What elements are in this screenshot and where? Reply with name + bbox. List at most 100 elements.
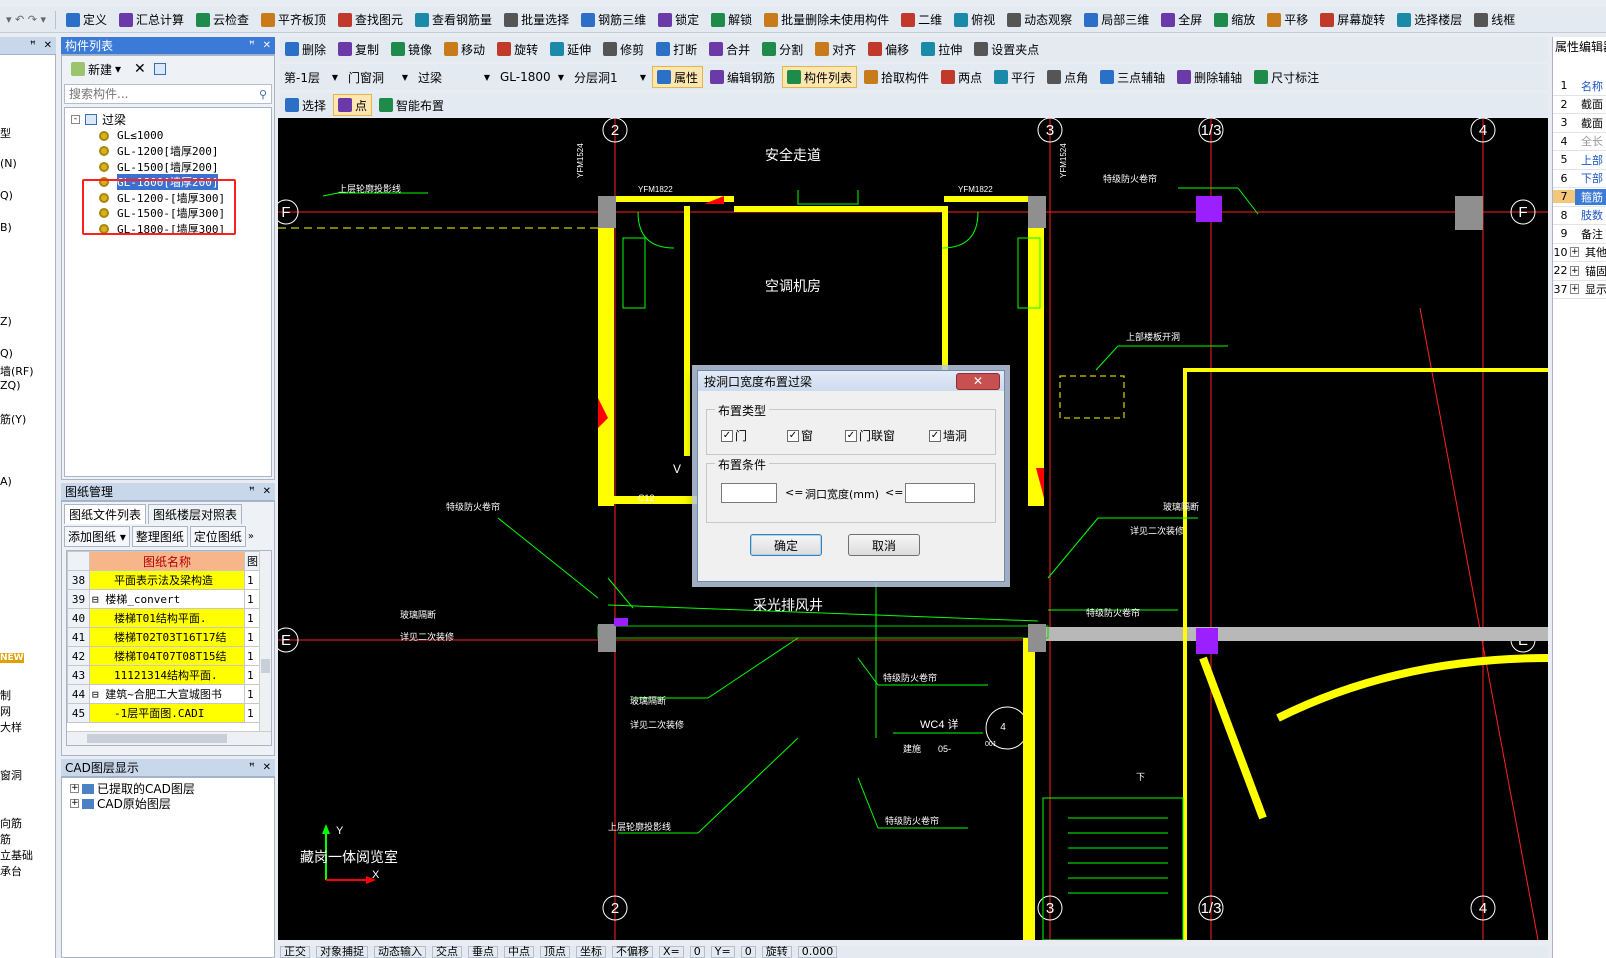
- status-item[interactable]: 顶点: [540, 946, 570, 958]
- status-item[interactable]: 不偏移: [612, 946, 653, 958]
- dialog-close-button[interactable]: ✕: [956, 372, 1000, 390]
- collapse-icon[interactable]: ⊟: [92, 593, 105, 606]
- property-row[interactable]: 5 上部: [1553, 151, 1606, 170]
- toolbar2-button-0[interactable]: 删除: [280, 38, 331, 60]
- toolbar3-button-5[interactable]: 平行: [989, 66, 1040, 88]
- toolbar3-button-1[interactable]: 编辑钢筋: [705, 66, 780, 88]
- nav-item[interactable]: B): [0, 221, 12, 234]
- expand-icon[interactable]: +: [70, 799, 79, 808]
- table-row[interactable]: 42 楼梯T04T07T08T15结 1: [67, 646, 261, 666]
- close-icon[interactable]: ✕: [263, 40, 271, 51]
- toolbar2-button-5[interactable]: 延伸: [545, 38, 596, 60]
- toolbar1-button-11[interactable]: 二维: [896, 9, 947, 31]
- type-dropdown[interactable]: 过梁 ▼: [414, 67, 494, 87]
- toolbar2-button-1[interactable]: 复制: [333, 38, 384, 60]
- expand-icon[interactable]: +: [1570, 247, 1579, 258]
- pin-icon[interactable]: ꟸ: [249, 762, 255, 773]
- toolbar2-button-13[interactable]: 设置夹点: [969, 38, 1044, 60]
- toolbar2-button-3[interactable]: 移动: [439, 38, 490, 60]
- checkbox-box[interactable]: ✓: [787, 429, 799, 442]
- category-dropdown[interactable]: 门窗洞 ▼: [344, 67, 412, 87]
- close-icon[interactable]: ✕: [263, 486, 271, 497]
- toolbar2-button-10[interactable]: 对齐: [810, 38, 861, 60]
- toolbar1-button-5[interactable]: 查看钢筋量: [410, 9, 497, 31]
- scroll-thumb[interactable]: [261, 659, 270, 673]
- property-row[interactable]: 3 截面: [1553, 114, 1606, 133]
- toolbar3-button-4[interactable]: 两点: [936, 66, 987, 88]
- horizontal-scrollbar[interactable]: [67, 731, 271, 745]
- min-width-input[interactable]: [721, 483, 777, 503]
- status-item[interactable]: 正交: [280, 946, 310, 958]
- checkbox-box[interactable]: ✓: [721, 429, 733, 442]
- status-item[interactable]: 中点: [504, 946, 534, 958]
- hscroll-thumb[interactable]: [87, 734, 227, 743]
- property-row[interactable]: 10 + 其他: [1553, 244, 1606, 262]
- property-row[interactable]: 7 箍筋: [1553, 188, 1606, 207]
- table-row[interactable]: 40 楼梯T01结构平面. 1: [67, 608, 261, 628]
- toolbar4-button-0[interactable]: 选择: [280, 94, 331, 116]
- window-checkbox[interactable]: ✓ 窗: [787, 427, 813, 444]
- nav-item[interactable]: 型: [0, 125, 11, 141]
- status-item[interactable]: X=: [659, 946, 684, 958]
- checkbox-box[interactable]: ✓: [929, 429, 941, 442]
- property-row[interactable]: 8 肢数: [1553, 207, 1606, 225]
- toolbar1-button-19[interactable]: 选择楼层: [1392, 9, 1467, 31]
- table-row[interactable]: 39 ⊟ 楼梯_convert 1: [67, 589, 261, 609]
- toolbar1-button-15[interactable]: 全屏: [1156, 9, 1207, 31]
- status-item[interactable]: 0: [740, 946, 756, 958]
- component-dropdown[interactable]: GL-1800 ▼: [496, 67, 568, 87]
- toolbar4-button-1[interactable]: 点: [333, 94, 373, 116]
- toolbar2-button-9[interactable]: 分割: [757, 38, 808, 60]
- property-row[interactable]: 2 截面: [1553, 96, 1606, 114]
- toolbar1-button-1[interactable]: 汇总计算: [114, 9, 189, 31]
- close-icon[interactable]: ✕: [44, 40, 52, 51]
- toolbar1-button-0[interactable]: 定义: [61, 9, 112, 31]
- tab-file-list[interactable]: 图纸文件列表: [64, 504, 147, 524]
- status-item[interactable]: 坐标: [576, 946, 606, 958]
- tab-floor-map[interactable]: 图纸楼层对照表: [148, 504, 243, 524]
- property-row[interactable]: 22 + 锚固: [1553, 262, 1606, 281]
- toolbar2-button-6[interactable]: 修剪: [598, 38, 649, 60]
- toolbar3-button-8[interactable]: 删除辅轴: [1172, 66, 1247, 88]
- table-row[interactable]: 43 11121314结构平面. 1: [67, 665, 261, 685]
- nav-item[interactable]: NEW: [0, 653, 24, 663]
- table-row[interactable]: 45 -1层平面图.CADI 1: [67, 703, 261, 723]
- pin-icon[interactable]: ꟸ: [249, 486, 255, 497]
- toolbar1-button-10[interactable]: 批量删除未使用构件: [759, 9, 894, 31]
- toolbar1-button-16[interactable]: 缩放: [1209, 9, 1260, 31]
- status-item[interactable]: 旋转: [761, 946, 792, 958]
- nav-item[interactable]: A): [0, 475, 12, 488]
- nav-item[interactable]: 立基础: [0, 847, 33, 863]
- table-row[interactable]: 41 楼梯T02T03T16T17结 1: [67, 627, 261, 647]
- component-item[interactable]: GL-1200[墙厚200]: [99, 144, 218, 159]
- search-icon[interactable]: ⚲: [259, 88, 267, 101]
- copy-icon[interactable]: [153, 63, 166, 75]
- status-item[interactable]: 0.000: [797, 946, 838, 958]
- toolbar1-button-6[interactable]: 批量选择: [499, 9, 574, 31]
- toolbar2-button-8[interactable]: 合并: [704, 38, 755, 60]
- nav-item[interactable]: 窗洞: [0, 767, 22, 783]
- nav-item[interactable]: 承台: [0, 863, 22, 879]
- toolbar1-button-20[interactable]: 线框: [1469, 9, 1520, 31]
- toolbar4-button-2[interactable]: 智能布置: [374, 94, 449, 116]
- nav-item[interactable]: Q): [0, 189, 13, 202]
- toolbar1-button-18[interactable]: 屏幕旋转: [1315, 9, 1390, 31]
- toolbar2-button-7[interactable]: 打断: [651, 38, 702, 60]
- nav-item[interactable]: Q): [0, 347, 13, 360]
- undo-redo-dropdown[interactable]: ▾ ↶ ↷ ▾: [2, 13, 50, 26]
- toolbar3-button-7[interactable]: 三点辅轴: [1095, 66, 1170, 88]
- expand-icon[interactable]: +: [70, 784, 79, 793]
- status-item[interactable]: 0: [689, 946, 705, 958]
- component-search-input[interactable]: [69, 87, 239, 101]
- floor-dropdown[interactable]: 第-1层 ▼: [280, 67, 342, 87]
- tree-root[interactable]: - 过梁: [71, 112, 126, 127]
- status-item[interactable]: 对象捕捉: [316, 946, 368, 958]
- nav-item[interactable]: 向筋: [0, 815, 22, 831]
- more-icon[interactable]: »: [248, 531, 254, 542]
- nav-item[interactable]: 墙(RF): [0, 363, 34, 379]
- nav-item[interactable]: 筋: [0, 831, 11, 847]
- property-row[interactable]: 37 + 显示: [1553, 281, 1606, 299]
- toolbar1-button-9[interactable]: 解锁: [706, 9, 757, 31]
- nav-item[interactable]: ZQ): [0, 379, 21, 392]
- toolbar3-button-6[interactable]: 点角: [1042, 66, 1093, 88]
